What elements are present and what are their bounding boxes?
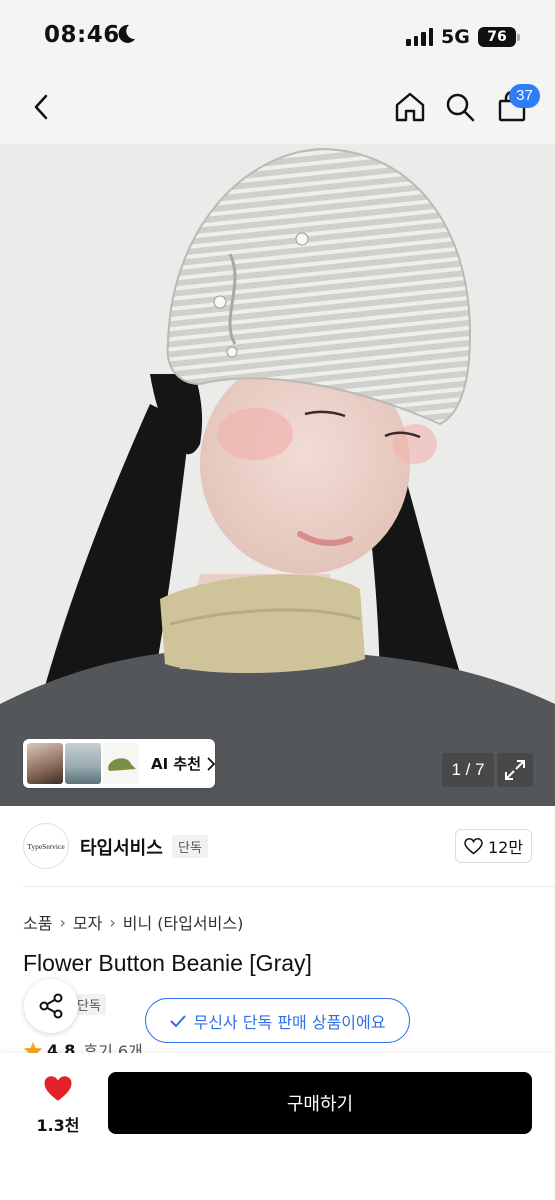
breadcrumb-item[interactable]: 모자	[73, 910, 102, 934]
ai-thumb-1	[27, 743, 63, 784]
brand-row[interactable]: TypeService 타입서비스 단독 12만	[0, 806, 555, 886]
back-chevron-icon	[34, 94, 48, 120]
product-photo	[0, 144, 555, 806]
product-title: Flower Button Beanie [Gray]	[23, 950, 312, 976]
chevron-right-icon: ›	[59, 912, 66, 932]
brand-like-count: 12만	[487, 838, 524, 857]
product-image-gallery[interactable]	[0, 144, 555, 806]
status-bar: 08:46 5G 76	[0, 0, 555, 72]
share-button[interactable]	[24, 979, 78, 1033]
green-cap-thumb	[108, 757, 136, 771]
brand-like-button[interactable]: 12만	[455, 829, 532, 863]
network-label: 5G	[441, 26, 470, 48]
expand-button[interactable]	[497, 753, 533, 787]
bottom-action-bar: 1.3천 구매하기	[0, 1053, 555, 1200]
expand-icon	[505, 760, 525, 780]
breadcrumb: 소품 › 모자 › 비니 (타입서비스)	[23, 910, 243, 934]
brand-logo[interactable]: TypeService	[23, 823, 69, 869]
brand-name[interactable]: 타입서비스	[80, 834, 163, 860]
home-icon	[395, 92, 425, 122]
exclusive-banner-text: 무신사 단독 판매 상품이에요	[193, 1012, 386, 1032]
app-header	[0, 72, 555, 144]
battery-icon: 76	[478, 27, 516, 47]
share-icon	[39, 993, 63, 1019]
home-button[interactable]	[389, 86, 431, 128]
battery-cap	[517, 34, 520, 41]
breadcrumb-item[interactable]: 비니 (타입서비스)	[123, 910, 244, 934]
check-icon	[169, 1014, 186, 1027]
ai-recommend-chip[interactable]: AI 추천	[23, 739, 216, 788]
chevron-right-icon: ›	[109, 912, 116, 932]
signal-icon	[406, 28, 433, 46]
moon-icon	[118, 24, 135, 43]
exclusive-banner: 무신사 단독 판매 상품이에요	[145, 998, 410, 1043]
ai-thumb-3	[103, 743, 139, 784]
status-time: 08:46	[44, 22, 120, 48]
wishlist-count: 1.3천	[36, 1116, 80, 1135]
brand-logo-text: TypeService	[27, 841, 65, 851]
wishlist-button[interactable]: 1.3천	[30, 1075, 86, 1136]
breadcrumb-item[interactable]: 소품	[23, 910, 52, 934]
ai-thumb-2	[65, 743, 101, 784]
cart-count-badge: 37	[509, 84, 540, 108]
buy-button-label: 구매하기	[286, 1094, 354, 1115]
buy-button[interactable]: 구매하기	[108, 1072, 532, 1134]
back-button[interactable]	[20, 86, 62, 128]
search-icon	[446, 93, 475, 122]
brand-exclusive-tag: 단독	[172, 835, 208, 858]
divider	[23, 886, 555, 887]
search-button[interactable]	[439, 86, 481, 128]
ai-recommend-label: AI 추천	[151, 755, 202, 773]
heart-outline-icon	[464, 837, 483, 854]
gallery-page-indicator: 1 / 7	[442, 753, 494, 787]
heart-filled-icon	[44, 1076, 72, 1101]
chevron-right-icon	[207, 756, 216, 771]
